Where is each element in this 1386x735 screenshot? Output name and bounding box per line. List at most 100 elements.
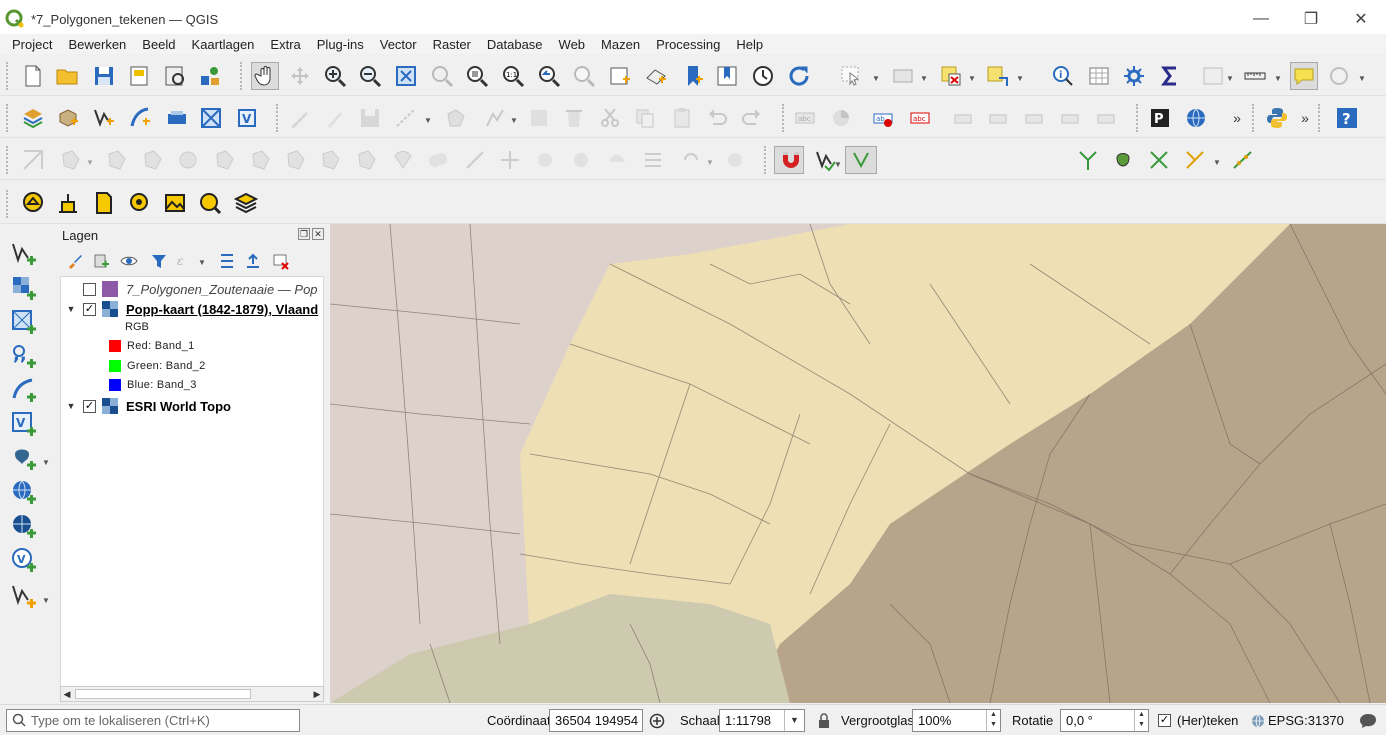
rotation-spinner[interactable]: ▲ ▼ — [1134, 710, 1148, 731]
scroll-left-icon[interactable]: ◀ — [61, 687, 73, 701]
reverse-line-icon[interactable] — [318, 147, 344, 173]
delete-ring-icon[interactable] — [175, 147, 201, 173]
redo-icon[interactable] — [739, 105, 765, 131]
data-source-manager-icon[interactable] — [20, 105, 46, 131]
add-ring-icon[interactable] — [58, 147, 84, 173]
save-layer-edits-icon[interactable] — [357, 105, 383, 131]
layout-manager-icon[interactable] — [162, 63, 188, 89]
toolbar-grip[interactable] — [240, 62, 244, 90]
rotation-spinbox[interactable]: 0,0 ° ▲ ▼ — [1060, 709, 1149, 732]
zoom-native-resolution-icon[interactable]: 1:1 — [500, 63, 526, 89]
collapse-all-icon[interactable] — [244, 252, 264, 272]
enable-snapping-magnet-icon[interactable] — [774, 146, 804, 174]
show-tips-icon[interactable] — [1326, 63, 1352, 89]
zoom-to-selection-icon[interactable] — [429, 63, 455, 89]
menu-extra[interactable]: Extra — [262, 37, 308, 52]
snapping-type-vertex-icon[interactable] — [845, 146, 877, 174]
toolbar-grip[interactable] — [1136, 104, 1140, 132]
select-features-icon[interactable] — [838, 63, 864, 89]
current-edits-icon[interactable] — [287, 105, 313, 131]
add-virtual-layer-icon[interactable]: V — [10, 410, 38, 438]
offset-curve-icon[interactable] — [283, 147, 309, 173]
messages-icon[interactable] — [1359, 713, 1377, 729]
new-geopackage-layer-icon[interactable] — [55, 105, 81, 131]
self-snapping-icon[interactable] — [1146, 147, 1172, 173]
add-wfs-layer-icon[interactable] — [10, 512, 38, 540]
translate-icon[interactable] — [640, 147, 666, 173]
image-plugin-icon[interactable] — [162, 190, 188, 216]
add-wms-layer-icon[interactable] — [10, 478, 38, 506]
layers-stack-icon[interactable] — [233, 190, 259, 216]
chevron-down-icon[interactable]: ▼ — [42, 458, 50, 467]
zoom-full-icon[interactable] — [393, 63, 419, 89]
pan-map-icon[interactable] — [251, 62, 279, 90]
chevron-down-icon[interactable]: ▼ — [1213, 158, 1221, 167]
identify-features-icon[interactable]: i — [1050, 63, 1076, 89]
shape-digitize-icon[interactable] — [678, 147, 704, 173]
layer-row-polygonen[interactable]: 7_Polygonen_Zoutenaaie — Pop — [61, 279, 323, 299]
filter-by-expression-icon[interactable]: ε — [176, 252, 196, 272]
show-bookmarks-icon[interactable] — [714, 63, 740, 89]
locator-plugin-icon[interactable] — [126, 190, 152, 216]
select-location-icon[interactable] — [984, 63, 1010, 89]
zoom-out-icon[interactable] — [357, 63, 383, 89]
menu-raster[interactable]: Raster — [425, 37, 479, 52]
chevron-down-icon[interactable]: ▼ — [1016, 74, 1024, 83]
tracing-icon[interactable] — [1182, 147, 1208, 173]
chevron-down-icon[interactable]: ▼ — [1274, 74, 1282, 83]
open-field-calculator-icon[interactable] — [1200, 63, 1226, 89]
add-group-icon[interactable] — [92, 252, 112, 272]
merge-features-icon[interactable] — [425, 147, 451, 173]
add-vector-layer-icon[interactable] — [10, 240, 38, 268]
search-plugin-icon[interactable] — [197, 190, 223, 216]
paste-features-icon[interactable] — [669, 105, 695, 131]
new-print-layout-icon[interactable] — [126, 63, 152, 89]
chevron-down-icon[interactable]: ▼ — [706, 158, 714, 167]
cut-features-icon[interactable] — [597, 105, 623, 131]
globe-plugin-icon[interactable] — [1183, 105, 1209, 131]
close-button[interactable]: ✕ — [1336, 0, 1386, 38]
new-3d-map-view-icon[interactable] — [643, 63, 669, 89]
toolbar-grip[interactable] — [276, 104, 280, 132]
menu-beeld[interactable]: Beeld — [134, 37, 183, 52]
add-delimited-text-layer-icon[interactable]: ,, — [10, 342, 38, 370]
toggle-extents-icon[interactable] — [649, 713, 665, 729]
document-plugin-icon[interactable] — [91, 190, 117, 216]
lock-icon[interactable] — [817, 713, 831, 729]
new-map-view-icon[interactable] — [607, 63, 633, 89]
advanced-digitizing-icon[interactable] — [20, 147, 46, 173]
add-postgis-layer-icon[interactable] — [10, 444, 38, 472]
delete-part-icon[interactable] — [212, 147, 238, 173]
save-project-icon[interactable] — [91, 63, 117, 89]
map-canvas[interactable] — [330, 224, 1386, 703]
menu-plugins[interactable]: Plug-ins — [309, 37, 372, 52]
collapse-arrow-icon[interactable]: ▼ — [65, 401, 77, 411]
new-vector-layer-icon[interactable] — [10, 582, 38, 610]
chevron-down-icon[interactable]: ▼ — [198, 258, 206, 267]
chevron-down-icon[interactable]: ▼ — [968, 74, 976, 83]
menu-web[interactable]: Web — [551, 37, 594, 52]
add-circle-icon[interactable] — [722, 147, 748, 173]
pan-to-selection-icon[interactable] — [287, 63, 313, 89]
chevron-down-icon[interactable]: ▼ — [42, 596, 50, 605]
magnifier-spinbox[interactable]: 100% ▲ ▼ — [912, 709, 1001, 732]
zoom-to-layer-icon[interactable] — [464, 63, 490, 89]
scrollbar-thumb[interactable] — [75, 689, 251, 699]
layer-diagram-options-icon[interactable] — [828, 105, 854, 131]
chevron-down-icon[interactable]: ▼ — [86, 158, 94, 167]
render-checkbox[interactable]: ✓ — [1158, 714, 1171, 727]
rotate-point-symbols-icon[interactable] — [497, 147, 523, 173]
statistics-sigma-icon[interactable] — [1157, 63, 1183, 89]
toolbar-grip[interactable] — [1318, 104, 1322, 132]
menu-mazen[interactable]: Mazen — [593, 37, 648, 52]
delete-selected-icon[interactable] — [561, 105, 587, 131]
chevron-down-icon[interactable]: ▼ — [834, 160, 842, 169]
chevron-down-icon[interactable]: ▼ — [510, 116, 518, 125]
quickmapservices-icon[interactable] — [20, 190, 46, 216]
toolbar-overflow-icon[interactable]: » — [1292, 105, 1318, 131]
collapse-arrow-icon[interactable]: ▼ — [65, 304, 77, 314]
undo-icon[interactable] — [704, 105, 730, 131]
new-spatialite-layer-icon[interactable] — [127, 105, 153, 131]
close-panel-button[interactable]: ✕ — [312, 228, 324, 240]
chevron-down-icon[interactable]: ▼ — [424, 116, 432, 125]
